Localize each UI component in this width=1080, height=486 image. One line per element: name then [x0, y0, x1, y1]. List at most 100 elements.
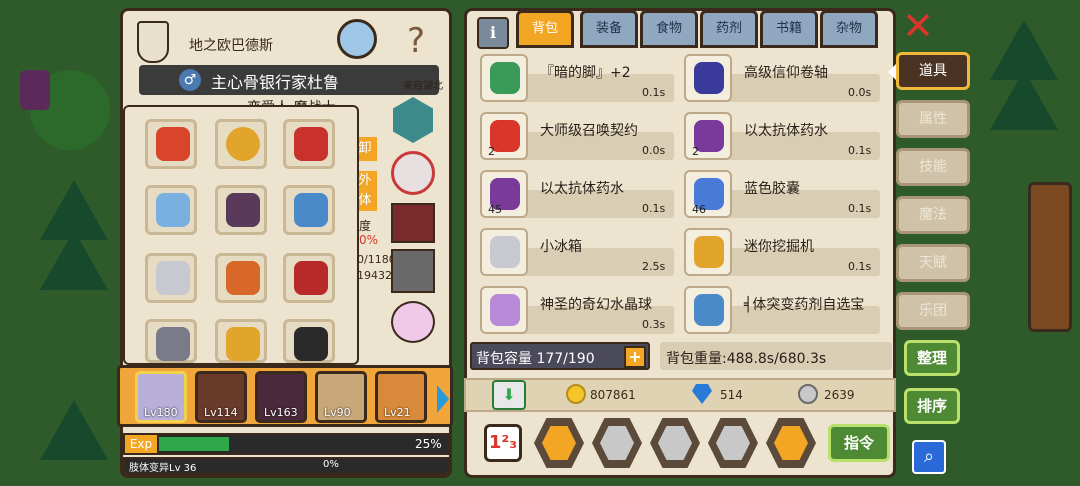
side-tab-magic[interactable]: 魔法: [896, 196, 970, 234]
item-icon-frame: [480, 286, 528, 334]
tab-food[interactable]: 食物: [640, 10, 698, 48]
gold-amount: 807861: [590, 388, 636, 402]
item-icon-frame: 46: [684, 170, 732, 218]
side-item[interactable]: [391, 249, 435, 293]
item-icon-frame: [684, 228, 732, 276]
item-count: 2: [692, 145, 699, 158]
equip-slot[interactable]: [215, 319, 267, 363]
exp-label: Exp: [125, 435, 157, 453]
side-tab-attributes[interactable]: 属性: [896, 100, 970, 138]
item-name: 高级信仰卷轴: [744, 65, 828, 81]
inventory-item[interactable]: 小冰箱 2.5s: [480, 228, 676, 278]
search-icon[interactable]: ⌕: [912, 440, 946, 474]
equip-slot[interactable]: [145, 119, 197, 169]
party-member[interactable]: Lv21: [375, 371, 427, 423]
side-item[interactable]: [393, 97, 433, 143]
scroll-icon: [694, 62, 724, 94]
shuriken-icon: [542, 426, 576, 460]
swap-arrows-icon: [716, 426, 750, 460]
party-member[interactable]: Lv90: [315, 371, 367, 423]
wolf-helmet-icon: [156, 327, 190, 361]
equip-slot[interactable]: [145, 319, 197, 363]
equip-slot[interactable]: [283, 185, 335, 235]
diamond-amount: 514: [720, 388, 743, 402]
party-member[interactable]: Lv180: [135, 371, 187, 423]
party-member[interactable]: Lv163: [255, 371, 307, 423]
character-name: 主心骨银行家杜鲁: [211, 73, 340, 92]
variation-label: 肢体变异Lv 36: [129, 463, 197, 474]
equip-slot[interactable]: [215, 119, 267, 169]
party-member[interactable]: Lv114: [195, 371, 247, 423]
side-tab-band[interactable]: 乐团: [896, 292, 970, 330]
inventory-item[interactable]: 45 以太抗体药水 0.1s: [480, 170, 676, 220]
gender-icon: ♂: [179, 69, 201, 91]
character-panel: 地之欧巴德斯 ? ♂ 主心骨银行家杜鲁 来自湖北 恋爱人 魔战士 卸 外 体 度…: [117, 8, 453, 478]
inventory-item[interactable]: 2 大师级召唤契约 0.0s: [480, 112, 676, 162]
tab-bag[interactable]: 背包: [516, 10, 574, 48]
equip-slot[interactable]: [283, 319, 335, 363]
side-tab-talent[interactable]: 天赋: [896, 244, 970, 282]
party-level: Lv90: [324, 406, 351, 419]
equip-slot[interactable]: [215, 253, 267, 303]
background-tree: [40, 400, 108, 460]
tab-misc[interactable]: 杂物: [820, 10, 878, 48]
organize-button[interactable]: 整理: [904, 340, 960, 376]
stat-text: 0/1180: [357, 253, 396, 266]
item-icon-frame: [480, 228, 528, 276]
excavator-icon: [694, 236, 724, 268]
tools-icon: [774, 426, 808, 460]
command-button[interactable]: 指令: [828, 424, 890, 462]
wing-gem-icon: [294, 193, 328, 227]
bracelet-icon: [226, 327, 260, 361]
stat-text: 度: [359, 219, 372, 233]
equip-slot[interactable]: [215, 185, 267, 235]
expand-capacity-button[interactable]: +: [624, 346, 646, 368]
side-item[interactable]: [391, 203, 435, 243]
sort-button[interactable]: 排序: [904, 388, 960, 424]
teleport-icon[interactable]: [337, 19, 377, 59]
equip-slot[interactable]: [283, 119, 335, 169]
tab-potion[interactable]: 药剂: [700, 10, 758, 48]
item-name: 大师级召唤契约: [540, 123, 638, 139]
magnifier-alt-icon: [658, 426, 692, 460]
item-time: 0.1s: [642, 86, 666, 99]
party-level: Lv21: [384, 406, 411, 419]
equip-slot[interactable]: [145, 185, 197, 235]
equip-slot[interactable]: [145, 253, 197, 303]
inventory-item[interactable]: ╡体突变药剂自选宝: [684, 286, 882, 336]
info-button[interactable]: i: [477, 17, 509, 49]
party-level: Lv163: [264, 406, 298, 419]
hanger-icon[interactable]: ?: [389, 21, 443, 61]
background-crate: [1028, 182, 1072, 332]
item-time: 0.0s: [642, 144, 666, 157]
side-item[interactable]: [391, 151, 435, 195]
magnifier-icon: [600, 426, 634, 460]
numeric-sort-button[interactable]: 1²₃: [484, 424, 522, 462]
silver-coin-icon: [798, 384, 818, 404]
item-name: 蓝色胶囊: [744, 181, 800, 197]
capacity-text: 背包容量 177/190: [476, 351, 595, 367]
inventory-item[interactable]: 高级信仰卷轴 0.0s: [684, 54, 882, 104]
equip-slot[interactable]: [283, 253, 335, 303]
item-time: 0.0s: [848, 86, 872, 99]
variation-percent: 0%: [323, 459, 339, 470]
tab-equipment[interactable]: 装备: [580, 10, 638, 48]
inventory-item[interactable]: 『暗的脚』+2 0.1s: [480, 54, 676, 104]
inventory-item[interactable]: 迷你挖掘机 0.1s: [684, 228, 882, 278]
item-time: 2.5s: [642, 260, 666, 273]
side-tab-items[interactable]: 道具: [896, 52, 970, 90]
close-icon[interactable]: ✕: [900, 7, 936, 45]
side-tab-skills[interactable]: 技能: [896, 148, 970, 186]
side-item[interactable]: [391, 301, 435, 343]
inventory-item[interactable]: 神圣的奇幻水晶球 0.3s: [480, 286, 676, 336]
exp-fill: [159, 437, 229, 451]
item-time: 0.1s: [642, 202, 666, 215]
flame-sword-icon: [226, 261, 260, 295]
tab-books[interactable]: 书籍: [760, 10, 818, 48]
inventory-item[interactable]: 46 蓝色胶囊 0.1s: [684, 170, 882, 220]
pickaxe-icon: [156, 261, 190, 295]
import-button[interactable]: ⬇: [492, 380, 526, 410]
party-next-arrow-icon[interactable]: [437, 385, 449, 413]
silver-amount: 2639: [824, 388, 855, 402]
inventory-item[interactable]: 2 以太抗体药水 0.1s: [684, 112, 882, 162]
